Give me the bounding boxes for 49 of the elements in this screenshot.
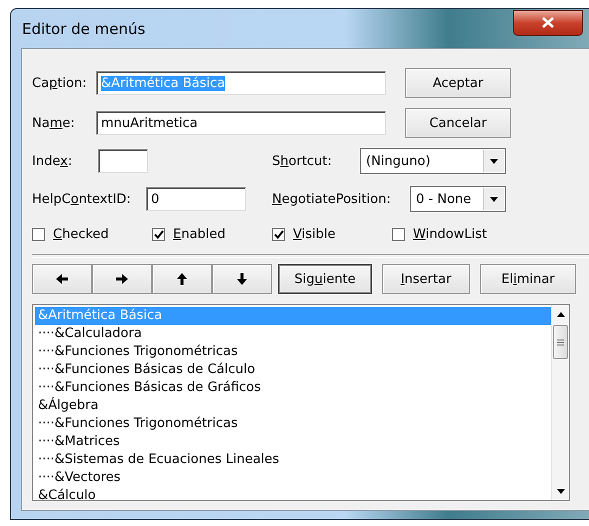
grip-icon xyxy=(557,338,564,346)
list-item[interactable]: ····&Funciones Básicas de Cálculo xyxy=(35,361,551,379)
window-title: Editor de menús xyxy=(21,20,146,38)
close-button[interactable] xyxy=(513,10,583,36)
checkbox[interactable]: Checked xyxy=(32,226,152,242)
text-field[interactable]: 0 xyxy=(146,187,246,211)
list-item[interactable]: ····&Funciones Trigonométricas xyxy=(35,415,551,433)
scroll-up-icon xyxy=(556,312,564,316)
dialog-button[interactable]: Cancelar xyxy=(405,108,511,138)
list-item[interactable]: ····&Calculadora xyxy=(35,325,551,343)
dialog-button[interactable]: Aceptar xyxy=(405,68,511,98)
list-item[interactable]: ····&Funciones Trigonométricas xyxy=(35,343,551,361)
list-item[interactable]: &Cálculo xyxy=(35,487,551,505)
scroll-down-icon xyxy=(556,488,564,494)
shortcut-dropdown[interactable]: (Ninguno) xyxy=(360,148,506,174)
list-item[interactable]: &Álgebra xyxy=(35,397,551,415)
scrollbar[interactable] xyxy=(551,305,569,500)
field-label: Index: xyxy=(32,154,74,168)
arrow-button[interactable] xyxy=(212,264,272,294)
arrow-right-icon xyxy=(116,273,128,285)
checkmark-icon xyxy=(274,230,284,238)
field-label: HelpContextID: xyxy=(32,192,132,206)
field-label: Name: xyxy=(32,116,76,130)
arrow-up-icon xyxy=(176,273,188,285)
list-item[interactable]: ····&Matrices xyxy=(35,433,551,451)
list-item[interactable]: ····&Sistemas de Ecuaciones Lineales xyxy=(35,451,551,469)
checkbox[interactable]: Visible xyxy=(272,226,392,242)
arrow-button[interactable] xyxy=(32,264,92,294)
checkbox[interactable]: Enabled xyxy=(152,226,272,242)
arrow-button[interactable] xyxy=(152,264,212,294)
checkbox[interactable]: WindowList xyxy=(392,226,532,242)
list-item[interactable]: ····&Funciones Básicas de Gráficos xyxy=(35,379,551,397)
field-label: Shortcut: xyxy=(272,154,333,168)
text-field[interactable]: mnuAritmetica xyxy=(96,111,386,135)
dialog-button[interactable]: Siguiente xyxy=(278,264,372,294)
arrow-button[interactable] xyxy=(92,264,152,294)
arrow-down-icon xyxy=(236,273,248,285)
arrow-left-icon xyxy=(56,273,68,285)
index-field[interactable] xyxy=(98,149,148,173)
dialog-button[interactable]: Insertar xyxy=(382,264,470,294)
checkmark-icon xyxy=(154,230,164,238)
dialog-button[interactable]: Eliminar xyxy=(480,264,576,294)
list-item[interactable]: ····&Vectores xyxy=(35,469,551,487)
position-dropdown[interactable]: 0 - None xyxy=(410,186,506,212)
field-label: Caption: xyxy=(32,76,88,90)
dropdown-arrow-icon xyxy=(490,158,498,164)
dropdown-arrow-icon xyxy=(490,196,498,202)
field-label: NegotiatePosition: xyxy=(272,192,392,206)
close-icon xyxy=(542,17,554,28)
